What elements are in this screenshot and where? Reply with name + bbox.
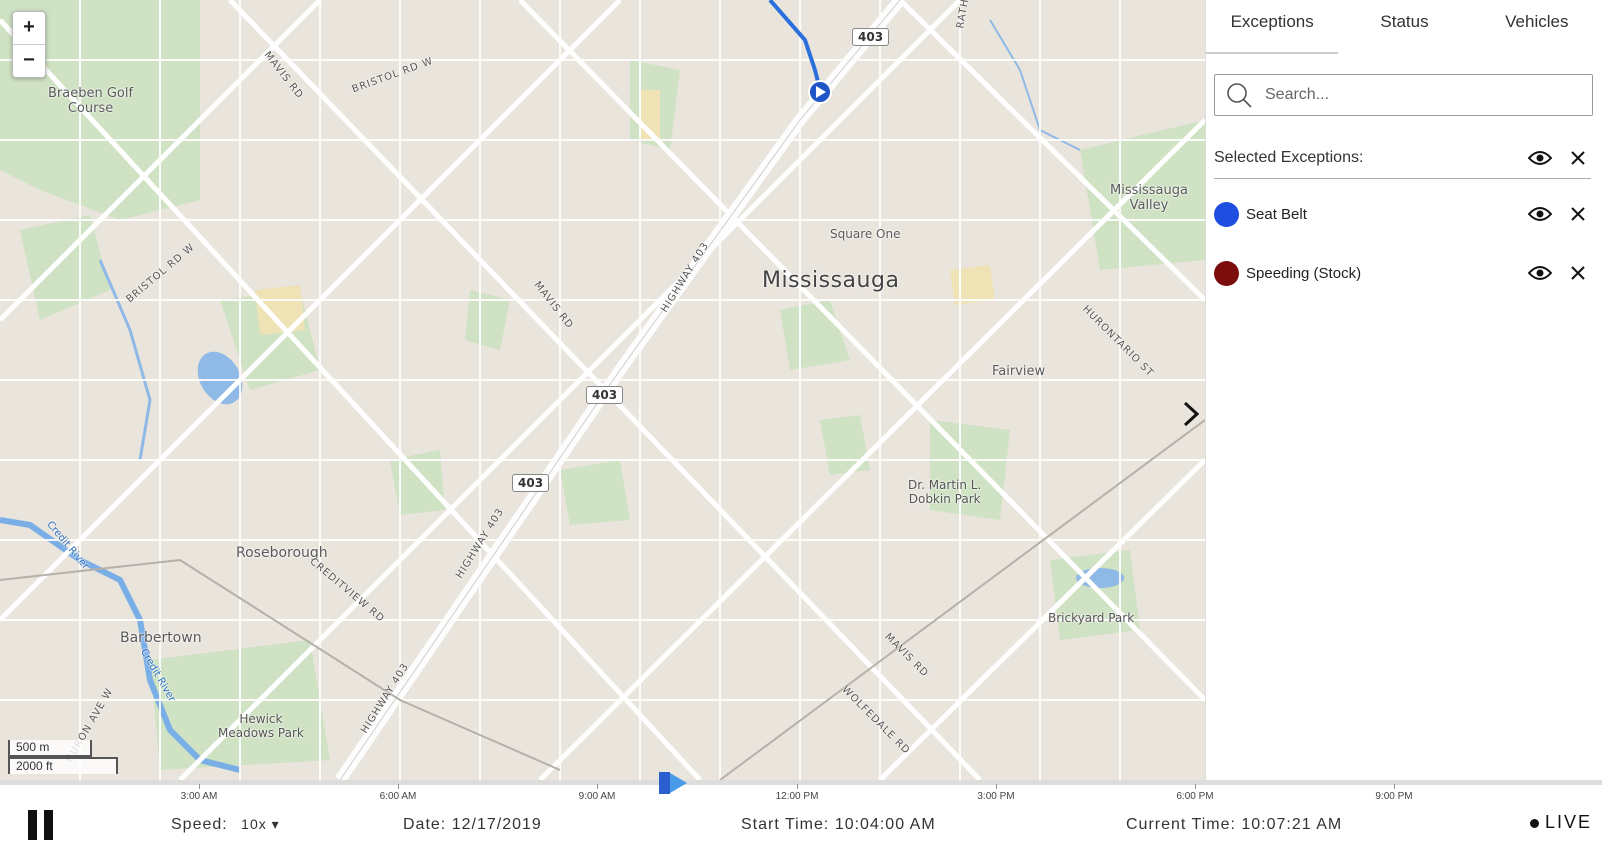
place-brickyard: Brickyard Park [1048, 611, 1135, 625]
exception-color-dot [1214, 201, 1239, 227]
close-icon[interactable] [1565, 201, 1591, 227]
side-panel: Exceptions Status Vehicles Selected Exce… [1205, 0, 1602, 780]
playback-timeline: 3:00 AM 6:00 AM 9:00 AM 12:00 PM 3:00 PM… [0, 772, 1602, 851]
timeline-tick [597, 784, 598, 789]
scale-metric: 500 m [8, 740, 92, 757]
highway-shield: 403 [586, 386, 624, 404]
timeline-tick-label: 6:00 AM [379, 791, 417, 802]
timeline-tick [1394, 784, 1395, 789]
search-input[interactable] [1263, 85, 1567, 105]
place-square-one: Square One [830, 227, 901, 241]
timeline-tick [199, 784, 200, 789]
tab-bar: Exceptions Status Vehicles [1206, 0, 1602, 54]
city-label: Mississauga [762, 268, 900, 293]
exception-label: Seat Belt [1246, 205, 1307, 223]
date-value: 12/17/2019 [451, 816, 542, 833]
timeline-tick [797, 784, 798, 789]
timeline-tick [1195, 784, 1196, 789]
live-label: LIVE [1545, 812, 1593, 832]
start-time-display: Start Time: 10:04:00 AM [741, 816, 936, 834]
start-time-value: 10:04:00 AM [834, 816, 936, 833]
tab-exceptions[interactable]: Exceptions [1206, 0, 1339, 54]
timeline-tick-label: 9:00 PM [1375, 791, 1413, 802]
date-display: Date: 12/17/2019 [403, 816, 542, 834]
place-hewick: Hewick Meadows Park [218, 712, 304, 740]
eye-icon[interactable] [1527, 145, 1553, 171]
timeline-tick-label: 12:00 PM [775, 791, 819, 802]
place-barbertown: Barbertown [120, 630, 202, 646]
live-button[interactable]: LIVE [1530, 812, 1592, 833]
search-icon [1227, 83, 1252, 108]
close-icon[interactable] [1565, 260, 1591, 286]
timeline-track[interactable] [0, 780, 1602, 785]
timeline-tick [398, 784, 399, 789]
exception-item: Speeding (Stock) [1214, 258, 1591, 288]
start-time-label: Start Time: [741, 816, 830, 833]
scale-imperial: 2000 ft [8, 757, 118, 774]
place-dobkin: Dr. Martin L. Dobkin Park [908, 478, 982, 506]
close-icon[interactable] [1565, 145, 1591, 171]
zoom-out-button[interactable]: − [13, 44, 45, 77]
timeline-tick-label: 9:00 AM [578, 791, 616, 802]
pause-button[interactable] [28, 810, 56, 840]
place-braeben: Braeben Golf Course [48, 86, 134, 116]
zoom-control: + − [12, 11, 46, 78]
selected-exceptions-title: Selected Exceptions: [1214, 149, 1364, 166]
zoom-in-button[interactable]: + [13, 12, 45, 44]
date-label: Date: [403, 816, 447, 833]
speed-select[interactable]: 10x ▾ [241, 816, 280, 832]
timeline-scrubber[interactable] [659, 772, 689, 794]
place-mississauga-valley: Mississauga Valley [1110, 183, 1188, 213]
tab-status[interactable]: Status [1338, 0, 1470, 54]
exception-label: Speeding (Stock) [1246, 264, 1362, 282]
map-view[interactable]: Mississauga Braeben Golf Course Square O… [0, 0, 1205, 780]
eye-icon[interactable] [1527, 260, 1553, 286]
speed-control: Speed: 10x ▾ [171, 816, 280, 834]
highway-shield: 403 [512, 474, 550, 492]
search-box [1214, 74, 1593, 116]
speed-label: Speed: [171, 816, 228, 833]
timeline-tick-label: 6:00 PM [1176, 791, 1214, 802]
exception-color-dot [1214, 260, 1239, 286]
map-scale: 500 m 2000 ft [8, 740, 118, 774]
timeline-tick-label: 3:00 PM [977, 791, 1015, 802]
tab-vehicles[interactable]: Vehicles [1471, 0, 1602, 54]
current-time-display: Current Time: 10:07:21 AM [1126, 816, 1342, 834]
eye-icon[interactable] [1527, 201, 1553, 227]
current-time-value: 10:07:21 AM [1241, 816, 1343, 833]
selected-exceptions-header: Selected Exceptions: [1214, 138, 1591, 179]
timeline-tick [996, 784, 997, 789]
place-fairview: Fairview [992, 364, 1046, 379]
chevron-right-icon[interactable] [1180, 400, 1202, 428]
highway-shield: 403 [852, 28, 890, 46]
timeline-tick-label: 3:00 AM [180, 791, 218, 802]
exception-item: Seat Belt [1214, 199, 1591, 229]
live-dot-icon [1530, 818, 1539, 828]
current-time-label: Current Time: [1126, 816, 1236, 833]
